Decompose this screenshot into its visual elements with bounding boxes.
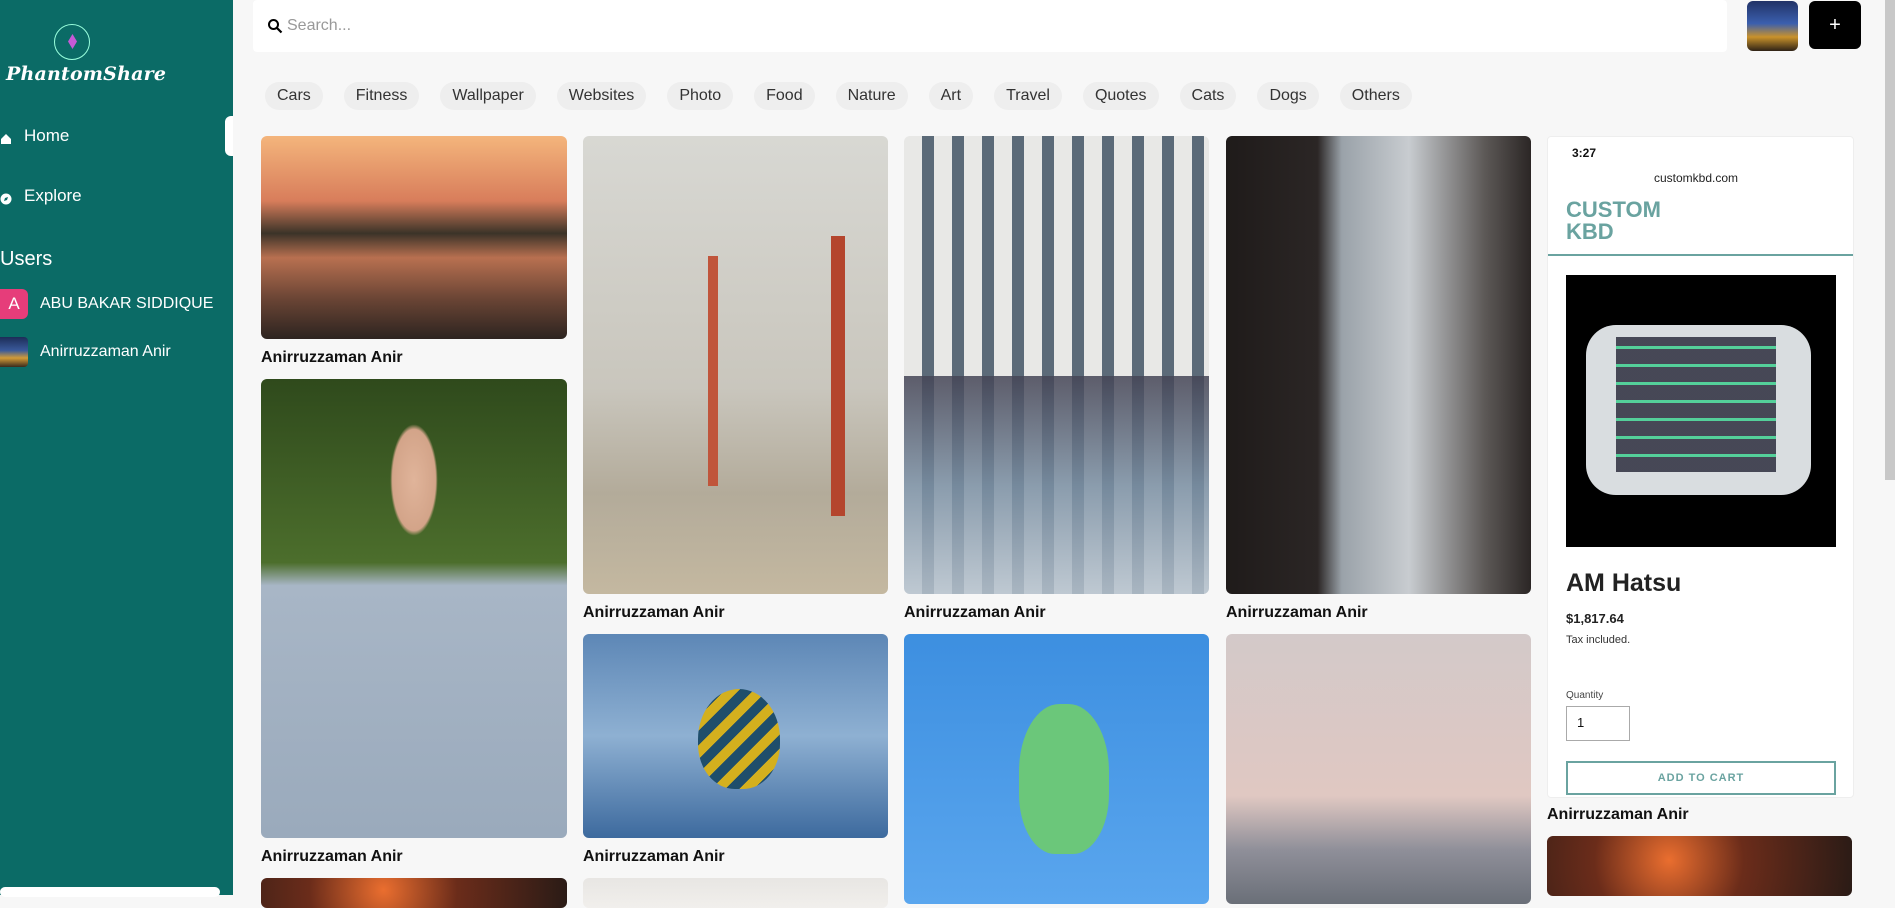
pin-image[interactable] [1547, 836, 1852, 896]
pin-image[interactable] [261, 878, 567, 908]
logo-text: PhantomShare [6, 63, 167, 85]
tax-note: Tax included. [1566, 634, 1631, 646]
category-chip[interactable]: Others [1339, 82, 1412, 110]
pin-image[interactable] [904, 634, 1209, 904]
nav-home[interactable]: Home [0, 118, 233, 154]
category-chip[interactable]: Wallpaper [440, 82, 536, 110]
pin-image[interactable]: 3:27 customkbd.com CUSTOM KBD AM Hatsu $… [1547, 136, 1854, 798]
category-chip[interactable]: Cars [265, 82, 323, 110]
brand-line: CUSTOM [1566, 197, 1661, 222]
avatar: A [0, 289, 28, 319]
product-price: $1,817.64 [1566, 611, 1624, 626]
pin-image[interactable] [583, 878, 888, 908]
pin-image[interactable] [583, 634, 888, 838]
avatar [0, 337, 28, 367]
category-chip[interactable]: Art [928, 82, 974, 110]
add-pin-button[interactable]: + [1809, 1, 1861, 49]
reflection [904, 376, 1209, 594]
compass-icon [0, 190, 12, 205]
category-chip[interactable]: Food [754, 82, 815, 110]
divider [1548, 254, 1853, 256]
search-bar [253, 0, 1727, 52]
sidebar: PhantomShare Home Explore Users A ABU BA… [0, 0, 233, 897]
pin-author[interactable]: Anirruzzaman Anir [261, 848, 403, 866]
nav-explore[interactable]: Explore [0, 178, 233, 214]
pin-author[interactable]: Anirruzzaman Anir [583, 604, 725, 622]
user-name: Anirruzzaman Anir [40, 343, 171, 360]
brand-line: KBD [1566, 219, 1614, 244]
phone-time: 3:27 [1572, 146, 1597, 160]
phone-brand: CUSTOM KBD [1566, 199, 1661, 243]
category-chip[interactable]: Travel [994, 82, 1062, 110]
sidebar-bottom-panel [0, 887, 220, 897]
pin-author[interactable]: Anirruzzaman Anir [904, 604, 1046, 622]
user-item[interactable]: A ABU BAKAR SIDDIQUE [0, 288, 233, 320]
logo-icon [54, 24, 90, 60]
search-input[interactable] [285, 16, 1669, 36]
category-chip[interactable]: Quotes [1082, 82, 1159, 110]
pin-author[interactable]: Anirruzzaman Anir [1226, 604, 1368, 622]
user-item[interactable]: Anirruzzaman Anir [0, 336, 233, 368]
quantity-field: 1 [1566, 706, 1630, 741]
product-name: AM Hatsu [1566, 569, 1682, 597]
home-icon [0, 130, 12, 144]
nav-explore-label: Explore [24, 186, 82, 205]
search-icon [267, 18, 283, 34]
category-chip[interactable]: Photo [667, 82, 734, 110]
pin-author[interactable]: Anirruzzaman Anir [261, 349, 403, 367]
user-name: ABU BAKAR SIDDIQUE [40, 295, 214, 312]
pin-image[interactable] [904, 136, 1209, 594]
category-chip[interactable]: Fitness [343, 82, 420, 110]
app-logo[interactable]: PhantomShare [6, 24, 166, 86]
pin-author[interactable]: Anirruzzaman Anir [1547, 806, 1689, 824]
quantity-label: Quantity [1566, 690, 1604, 701]
phone-url: customkbd.com [1654, 171, 1739, 185]
nav-home-label: Home [24, 126, 70, 145]
profile-avatar[interactable] [1747, 1, 1798, 51]
scrollbar[interactable] [1885, 0, 1895, 480]
pin-image[interactable] [261, 136, 567, 339]
pin-author[interactable]: Anirruzzaman Anir [583, 848, 725, 866]
category-chip[interactable]: Nature [835, 82, 908, 110]
pin-image[interactable] [261, 379, 567, 838]
add-to-cart-button: ADD TO CART [1566, 761, 1836, 795]
pin-image[interactable] [1226, 136, 1531, 594]
pin-image[interactable] [1226, 634, 1531, 904]
users-heading: Users [0, 248, 53, 270]
product-image [1566, 275, 1836, 547]
category-chip[interactable]: Cats [1179, 82, 1237, 110]
category-chip[interactable]: Websites [556, 82, 647, 110]
category-bar: Cars Fitness Wallpaper Websites Photo Fo… [265, 82, 1433, 110]
pin-image[interactable] [583, 136, 888, 594]
category-chip[interactable]: Dogs [1257, 82, 1319, 110]
